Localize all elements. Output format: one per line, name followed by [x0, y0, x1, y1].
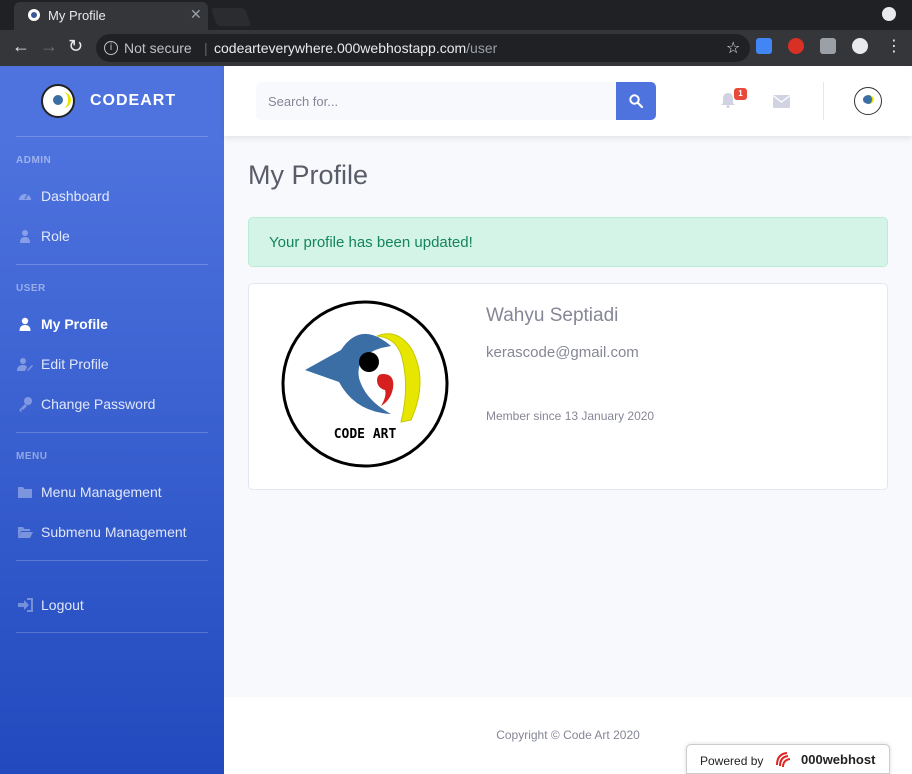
sidebar-divider: [16, 432, 208, 433]
success-alert: Your profile has been updated!: [248, 217, 888, 267]
sidebar-item-dashboard[interactable]: Dashboard: [0, 176, 224, 216]
browser-tab[interactable]: My Profile ✕: [14, 2, 208, 30]
profile-card: CODE ART Wahyu Septiadi kerascode@gmail.…: [248, 283, 888, 490]
back-arrow-icon[interactable]: ←: [12, 36, 30, 57]
sign-out-icon: [17, 597, 33, 613]
sidebar-item-my-profile[interactable]: My Profile: [0, 304, 224, 344]
adblock-extension-icon[interactable]: [788, 38, 804, 54]
search-button[interactable]: [616, 82, 656, 120]
sidebar-item-menu-management[interactable]: Menu Management: [0, 472, 224, 512]
brand-logo-icon: [41, 84, 75, 118]
address-bar[interactable]: i Not secure | codearteverywhere.000webh…: [96, 34, 750, 62]
envelope-icon[interactable]: [773, 95, 790, 108]
tachometer-icon: [17, 188, 33, 204]
copyright-text: Copyright © Code Art 2020: [496, 728, 640, 742]
sidebar-item-label: Edit Profile: [41, 356, 109, 372]
translate-extension-icon[interactable]: [756, 38, 772, 54]
sidebar-item-label: Submenu Management: [41, 524, 187, 540]
sidebar: CODEART ADMIN Dashboard Role USER My Pro…: [0, 66, 224, 774]
sidebar-item-label: Menu Management: [41, 484, 162, 500]
sidebar-divider: [16, 632, 208, 633]
profile-email: kerascode@gmail.com: [486, 344, 639, 361]
security-label: Not secure: [124, 40, 192, 56]
browser-profile-icon[interactable]: [882, 7, 896, 21]
user-edit-icon: [17, 356, 33, 372]
alert-message: Your profile has been updated!: [269, 234, 473, 251]
member-since: Member since 13 January 2020: [486, 409, 655, 423]
favicon-icon: [28, 9, 40, 21]
sidebar-heading-admin: ADMIN: [16, 155, 52, 166]
sidebar-item-label: Logout: [41, 597, 84, 613]
sidebar-item-label: Dashboard: [41, 188, 110, 204]
sidebar-item-label: Change Password: [41, 396, 156, 412]
logo-text: CODE ART: [334, 427, 397, 442]
webhost-brand: 000webhost: [801, 752, 876, 767]
sidebar-item-submenu-management[interactable]: Submenu Management: [0, 512, 224, 552]
sidebar-item-change-password[interactable]: Change Password: [0, 384, 224, 424]
page-title: My Profile: [248, 160, 369, 190]
extension-icon[interactable]: [852, 38, 868, 54]
brand-name: CODEART: [90, 92, 177, 109]
sidebar-divider: [16, 136, 208, 137]
topbar-divider: [823, 82, 824, 120]
profile-logo-image: CODE ART: [281, 300, 449, 468]
forward-arrow-icon[interactable]: →: [40, 36, 58, 57]
tab-title: My Profile: [48, 8, 106, 23]
browser-menu-icon[interactable]: ⋮: [886, 36, 902, 56]
user-avatar[interactable]: [854, 87, 882, 115]
search-input[interactable]: [256, 82, 616, 120]
browser-toolbar: ← → ↻ i Not secure | codearteverywhere.0…: [0, 30, 912, 66]
url-text: codearteverywhere.000webhostapp.com/user: [214, 40, 498, 56]
new-tab-button[interactable]: [210, 8, 252, 26]
sidebar-heading-menu: MENU: [16, 451, 48, 462]
sidebar-item-label: My Profile: [41, 316, 108, 332]
folder-icon: [17, 484, 33, 500]
powered-by-badge[interactable]: Powered by 000webhost: [686, 744, 890, 774]
user-icon: [17, 316, 33, 332]
sidebar-item-role[interactable]: Role: [0, 216, 224, 256]
profile-name: Wahyu Septiadi: [486, 305, 619, 326]
sidebar-item-label: Role: [41, 228, 70, 244]
sidebar-brand[interactable]: CODEART: [0, 66, 224, 136]
reload-icon[interactable]: ↻: [68, 36, 83, 57]
url-separator: |: [204, 40, 208, 56]
bookmark-star-icon[interactable]: ☆: [726, 38, 740, 58]
key-icon: [17, 396, 33, 412]
browser-tab-bar: My Profile ✕: [0, 0, 912, 30]
search-icon: [629, 94, 643, 108]
folder-open-icon: [17, 524, 33, 540]
sidebar-item-logout[interactable]: Logout: [0, 585, 224, 625]
sidebar-divider: [16, 264, 208, 265]
webhost-logo-icon: [776, 752, 791, 768]
user-tie-icon: [17, 228, 33, 244]
powered-by-label: Powered by: [700, 754, 764, 768]
line-extension-icon[interactable]: [820, 38, 836, 54]
alert-count-badge: 1: [734, 88, 747, 100]
info-icon[interactable]: i: [104, 41, 118, 55]
sidebar-divider: [16, 560, 208, 561]
sidebar-item-edit-profile[interactable]: Edit Profile: [0, 344, 224, 384]
tab-close-icon[interactable]: ✕: [190, 6, 202, 23]
topbar: 1: [224, 66, 912, 136]
sidebar-heading-user: USER: [16, 283, 46, 294]
